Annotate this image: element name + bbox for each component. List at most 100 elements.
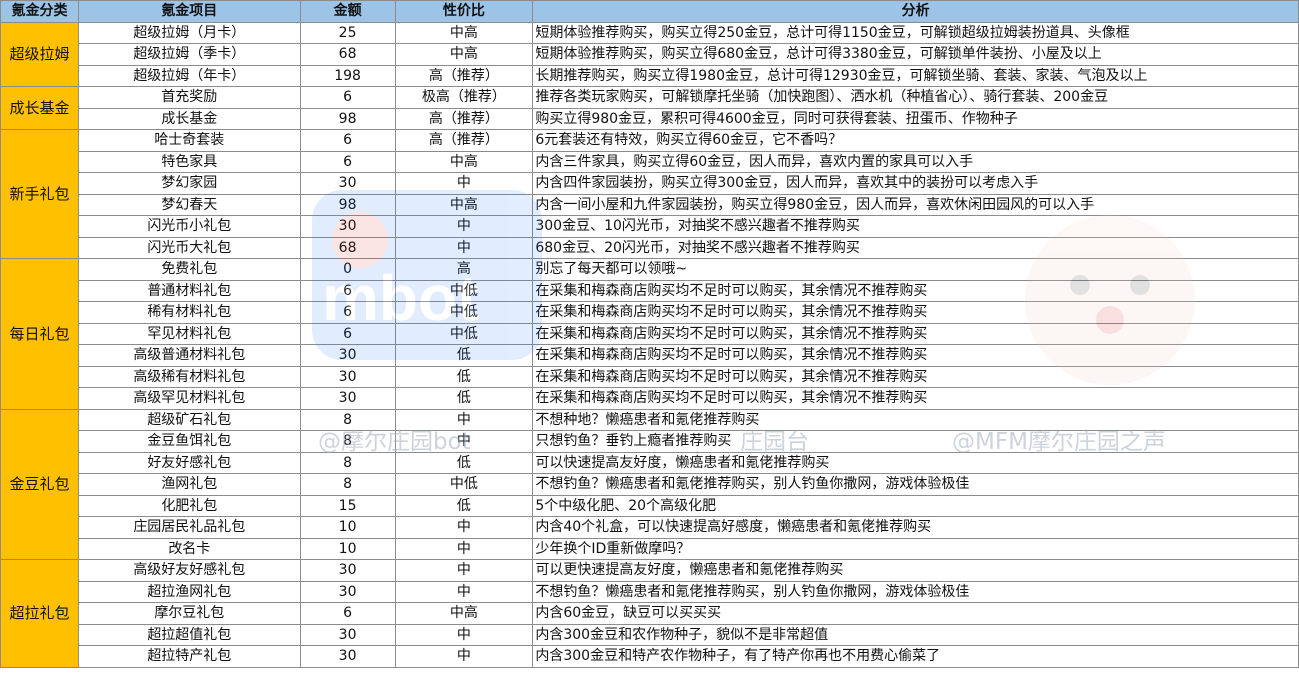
analysis-cell: 可以快速提高友好度，懒癌患者和氪佬推荐购买	[532, 451, 1299, 474]
price-cell: 15	[299, 494, 396, 517]
item-cell: 哈士奇套装	[77, 129, 301, 152]
price-cell: 30	[299, 365, 396, 388]
header-analysis: 分析	[532, 0, 1299, 23]
value-cell: 中	[394, 215, 534, 238]
table-row: 超拉超值礼包 30 中内含300金豆和农作物种子，貌似不是非常超值	[1, 623, 1299, 646]
table-row: 金豆鱼饵礼包 8 中只想钓鱼？垂钓上瘾者推荐购买	[1, 430, 1299, 453]
value-cell: 极高（推荐）	[394, 86, 534, 109]
table-row: 闪光币大礼包 68 中 680金豆、20闪光币，对抽奖不感兴趣者不推荐购买	[1, 236, 1299, 259]
analysis-cell: 在采集和梅森商店购买均不足时可以购买，其余情况不推荐购买	[532, 322, 1299, 345]
item-cell: 特色家具	[77, 150, 301, 173]
analysis-cell: 内含四件家园装扮，购买立得300金豆，因人而异，喜欢其中的装扮可以考虑入手	[532, 172, 1299, 195]
analysis-cell: 短期体验推荐购买，购买立得680金豆，总计可得3380金豆，可解锁单件装扮、小屋…	[532, 43, 1299, 66]
price-cell: 30	[299, 215, 396, 238]
table-body: 超级拉姆 超级拉姆（月卡） 25 中高 短期体验推荐购买，购买立得250金豆，总计可得1…	[0, 21, 1299, 668]
analysis-cell: 6元套装还有特效，购买立得60金豆，它不香吗？	[532, 129, 1299, 152]
value-cell: 中	[394, 537, 534, 560]
item-cell: 好友好感礼包	[77, 451, 301, 474]
value-cell: 高	[394, 258, 534, 281]
table-row: 梦幻家园 30 中内含四件家园装扮，购买立得300金豆，因人而异，喜欢其中的装扮可以…	[1, 172, 1299, 195]
analysis-cell: 不想钓鱼？懒癌患者和氪佬推荐购买，别人钓鱼你撒网，游戏体验极佳	[532, 580, 1299, 603]
price-cell: 30	[299, 172, 396, 195]
analysis-cell: 少年换个ID重新做摩吗？	[532, 537, 1299, 560]
item-cell: 高级稀有材料礼包	[77, 365, 301, 388]
table-row: 每日礼包 免费礼包 0 高别忘了每天都可以领哦~	[0, 258, 1299, 410]
value-cell: 中	[394, 172, 534, 195]
value-cell: 中低	[394, 279, 534, 302]
value-cell: 中	[394, 645, 534, 668]
table-row: 超级拉姆（季卡） 68 中高 短期体验推荐购买，购买立得680金豆，总计可得3380金…	[1, 43, 1299, 66]
analysis-cell: 内含40个礼盒，可以快速提高好感度，懒癌患者和氪佬推荐购买	[532, 516, 1299, 539]
analysis-cell: 可以更快速提高友好度，懒癌患者和氪佬推荐购买	[532, 559, 1299, 582]
item-cell: 梦幻家园	[77, 172, 301, 195]
analysis-cell: 内含60金豆，缺豆可以买买买	[532, 602, 1299, 625]
header-item: 氪金项目	[77, 0, 301, 23]
price-cell: 8	[299, 430, 396, 453]
value-cell: 中	[394, 623, 534, 646]
item-cell: 闪光币大礼包	[77, 236, 301, 259]
table-row: 新手礼包 哈士奇套装 6 高（推荐） 6元套装还有特效，购买立得60金豆，它不香吗？	[0, 129, 1299, 259]
analysis-cell: 680金豆、20闪光币，对抽奖不感兴趣者不推荐购买	[532, 236, 1299, 259]
category-cell: 成长基金	[0, 86, 79, 130]
item-cell: 高级好友好感礼包	[77, 559, 301, 582]
item-cell: 摩尔豆礼包	[77, 602, 301, 625]
value-cell: 高（推荐）	[394, 129, 534, 152]
item-cell: 庄园居民礼品礼包	[77, 516, 301, 539]
value-cell: 中	[394, 430, 534, 453]
item-cell: 罕见材料礼包	[77, 322, 301, 345]
price-cell: 6	[299, 322, 396, 345]
header-row: 氪金分类 氪金项目 金额 性价比 分析	[0, 0, 1299, 23]
value-cell: 中	[394, 580, 534, 603]
item-cell: 梦幻春天	[77, 193, 301, 216]
item-cell: 免费礼包	[77, 258, 301, 281]
price-cell: 6	[299, 301, 396, 324]
analysis-cell: 内含三件家具，购买立得60金豆，因人而异，喜欢内置的家具可以入手	[532, 150, 1299, 173]
header-category: 氪金分类	[0, 0, 79, 23]
value-cell: 中高	[394, 602, 534, 625]
price-cell: 8	[299, 473, 396, 496]
price-cell: 198	[299, 64, 396, 87]
price-cell: 6	[299, 602, 396, 625]
table-row: 超拉特产礼包 30 中内含300金豆和特产农作物种子，有了特产你再也不用费心偷菜了	[1, 645, 1299, 668]
item-cell: 改名卡	[77, 537, 301, 560]
table-row: 改名卡 10 中少年换个ID重新做摩吗？	[1, 537, 1299, 560]
price-cell: 30	[299, 580, 396, 603]
table-row: 成长基金 98 高（推荐） 购买立得980金豆，累积可得4600金豆，同时可获得套装、…	[1, 107, 1299, 130]
analysis-cell: 不想钓鱼？懒癌患者和氪佬推荐购买，别人钓鱼你撒网，游戏体验极佳	[532, 473, 1299, 496]
analysis-cell: 在采集和梅森商店购买均不足时可以购买，其余情况不推荐购买	[532, 365, 1299, 388]
table-row: 渔网礼包 8 中低 不想钓鱼？懒癌患者和氪佬推荐购买，别人钓鱼你撒网，游戏体验极佳	[1, 473, 1299, 496]
item-cell: 超拉渔网礼包	[77, 580, 301, 603]
analysis-cell: 推荐各类玩家购买，可解锁摩托坐骑（加快跑图）、洒水机（种植省心）、骑行套装、20…	[532, 86, 1299, 109]
analysis-cell: 在采集和梅森商店购买均不足时可以购买，其余情况不推荐购买	[532, 344, 1299, 367]
analysis-cell: 在采集和梅森商店购买均不足时可以购买，其余情况不推荐购买	[532, 387, 1299, 410]
item-cell: 稀有材料礼包	[77, 301, 301, 324]
value-cell: 中	[394, 408, 534, 431]
analysis-cell: 长期推荐购买，购买立得1980金豆，总计可得12930金豆，可解锁坐骑、套装、家…	[532, 64, 1299, 87]
category-cell: 金豆礼包	[0, 408, 79, 560]
value-cell: 低	[394, 365, 534, 388]
item-cell: 金豆鱼饵礼包	[77, 430, 301, 453]
price-cell: 68	[299, 236, 396, 259]
analysis-cell: 内含300金豆和特产农作物种子，有了特产你再也不用费心偷菜了	[532, 645, 1299, 668]
analysis-cell: 只想钓鱼？垂钓上瘾者推荐购买	[532, 430, 1299, 453]
table-row: 特色家具 6 中高 内含三件家具，购买立得60金豆，因人而异，喜欢内置的家具可以入手	[1, 150, 1299, 173]
table-row: 超拉渔网礼包 30 中不想钓鱼？懒癌患者和氪佬推荐购买，别人钓鱼你撒网，游戏体验极佳	[1, 580, 1299, 603]
item-cell: 超级拉姆（月卡）	[77, 21, 301, 44]
item-cell: 高级普通材料礼包	[77, 344, 301, 367]
value-cell: 高（推荐）	[394, 64, 534, 87]
value-cell: 中	[394, 516, 534, 539]
item-cell: 化肥礼包	[77, 494, 301, 517]
table-row: 罕见材料礼包 6 中低 在采集和梅森商店购买均不足时可以购买，其余情况不推荐购买	[1, 322, 1299, 345]
analysis-cell: 短期体验推荐购买，购买立得250金豆，总计可得1150金豆，可解锁超级拉姆装扮道…	[532, 21, 1299, 44]
price-cell: 10	[299, 516, 396, 539]
price-analysis-table: 氪金分类 氪金项目 金额 性价比 分析 超级拉姆 超级拉姆（月卡） 25 中高 短期体验…	[0, 0, 1299, 668]
table-row: 超级拉姆 超级拉姆（月卡） 25 中高 短期体验推荐购买，购买立得250金豆，总计可得1…	[0, 21, 1299, 87]
category-cell: 新手礼包	[0, 129, 79, 259]
value-cell: 中	[394, 559, 534, 582]
item-cell: 闪光币小礼包	[77, 215, 301, 238]
item-cell: 首充奖励	[77, 86, 301, 109]
analysis-cell: 在采集和梅森商店购买均不足时可以购买，其余情况不推荐购买	[532, 301, 1299, 324]
price-cell: 6	[299, 129, 396, 152]
item-cell: 普通材料礼包	[77, 279, 301, 302]
table-row: 梦幻春天 98 中高 内含一间小屋和九件家园装扮，购买立得980金豆，因人而异，喜欢休…	[1, 193, 1299, 216]
